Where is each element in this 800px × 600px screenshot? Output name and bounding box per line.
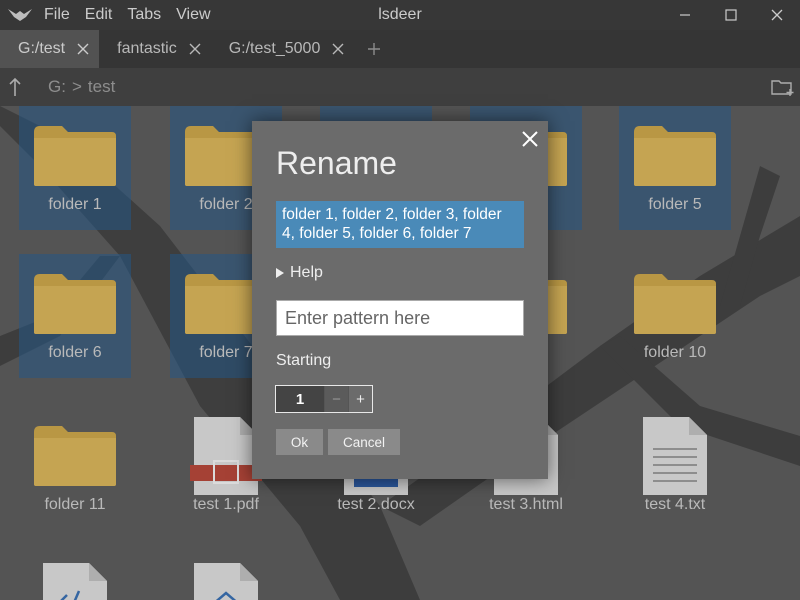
- dialog-title: Rename: [276, 145, 397, 181]
- list-item-folder-1[interactable]: folder 1: [19, 106, 131, 230]
- list-item-folder-11[interactable]: folder 11: [19, 406, 131, 530]
- path-bar: G: > test: [0, 68, 800, 106]
- tab-bar: G:/test fantastic G:/test_5000: [0, 30, 800, 68]
- item-name: folder 6: [48, 344, 102, 361]
- plus-icon: [368, 43, 381, 55]
- list-item-test-4-txt[interactable]: test 4.txt: [619, 406, 731, 530]
- item-name: folder 2: [199, 196, 253, 213]
- menu-file[interactable]: File: [40, 0, 81, 30]
- tab-label: fantastic: [117, 40, 177, 57]
- help-label: Help: [290, 264, 323, 281]
- window-controls: [662, 0, 800, 30]
- decrement-button[interactable]: −: [324, 386, 348, 412]
- item-name: folder 10: [643, 344, 707, 361]
- list-item-folder-10[interactable]: folder 10: [619, 254, 731, 378]
- starting-label: Starting: [276, 352, 332, 369]
- app-logo-icon: [0, 0, 40, 30]
- ok-button[interactable]: Ok: [276, 429, 323, 455]
- selected-items-text: folder 1, folder 2, folder 3, folder 4, …: [276, 201, 524, 248]
- breadcrumb-drive[interactable]: G:: [48, 77, 66, 97]
- pattern-input[interactable]: [276, 300, 524, 336]
- triangle-right-icon: [276, 268, 284, 278]
- breadcrumb-folder[interactable]: test: [88, 77, 115, 97]
- menu-edit[interactable]: Edit: [81, 0, 124, 30]
- help-toggle[interactable]: Help: [276, 264, 323, 282]
- title-bar: File Edit Tabs View lsdeer: [0, 0, 800, 30]
- item-name: folder 11: [44, 496, 106, 513]
- folder-icon: [32, 254, 118, 354]
- item-name: folder 1: [48, 196, 102, 213]
- code-file-icon: [39, 561, 111, 600]
- new-folder-icon: [771, 80, 794, 96]
- tab-close-icon[interactable]: [75, 41, 91, 57]
- breadcrumb: G: > test: [48, 77, 115, 97]
- go-up-button[interactable]: [0, 68, 30, 106]
- cancel-button[interactable]: Cancel: [328, 429, 400, 455]
- menu-view[interactable]: View: [172, 0, 221, 30]
- list-item-image-file[interactable]: [170, 561, 282, 600]
- starting-stepper: 1 − +: [275, 385, 373, 413]
- list-item-code-file[interactable]: [19, 561, 131, 600]
- minimize-button[interactable]: [662, 0, 708, 30]
- tab-g-test[interactable]: G:/test: [0, 30, 100, 68]
- tab-label: G:/test: [18, 40, 66, 57]
- item-name: test 3.html: [489, 496, 563, 513]
- tab-close-icon[interactable]: [187, 41, 203, 57]
- item-name: test 1.pdf: [193, 496, 259, 513]
- dialog-close-button[interactable]: [518, 127, 542, 151]
- close-icon: [771, 9, 783, 21]
- item-name: test 4.txt: [644, 496, 706, 513]
- maximize-icon: [725, 9, 737, 21]
- item-name: test 2.docx: [337, 496, 415, 513]
- new-tab-button[interactable]: [354, 30, 394, 68]
- tab-label: G:/test_5000: [228, 40, 321, 57]
- new-folder-button[interactable]: [770, 75, 796, 99]
- menu-tabs[interactable]: Tabs: [123, 0, 172, 30]
- list-item-folder-6[interactable]: folder 6: [19, 254, 131, 378]
- item-name: folder 7: [199, 344, 253, 361]
- tab-g-test-5000[interactable]: G:/test_5000: [210, 30, 355, 68]
- tab-fantastic[interactable]: fantastic: [99, 30, 211, 68]
- folder-icon: [32, 406, 118, 506]
- image-file-icon: [190, 561, 262, 600]
- list-item-folder-5[interactable]: folder 5: [619, 106, 731, 230]
- folder-icon: [32, 106, 118, 206]
- tab-close-icon[interactable]: [330, 41, 346, 57]
- minimize-icon: [680, 14, 690, 16]
- starting-value[interactable]: 1: [276, 386, 324, 412]
- close-icon: [522, 131, 538, 147]
- maximize-button[interactable]: [708, 0, 754, 30]
- arrow-up-icon: [9, 77, 21, 96]
- txt-file-icon: [639, 406, 711, 506]
- item-name: folder 5: [648, 196, 702, 213]
- folder-icon: [632, 254, 718, 354]
- rename-dialog: Rename folder 1, folder 2, folder 3, fol…: [252, 121, 548, 479]
- breadcrumb-separator: >: [71, 77, 82, 96]
- folder-icon: [632, 106, 718, 206]
- close-window-button[interactable]: [754, 0, 800, 30]
- increment-button[interactable]: +: [348, 386, 372, 412]
